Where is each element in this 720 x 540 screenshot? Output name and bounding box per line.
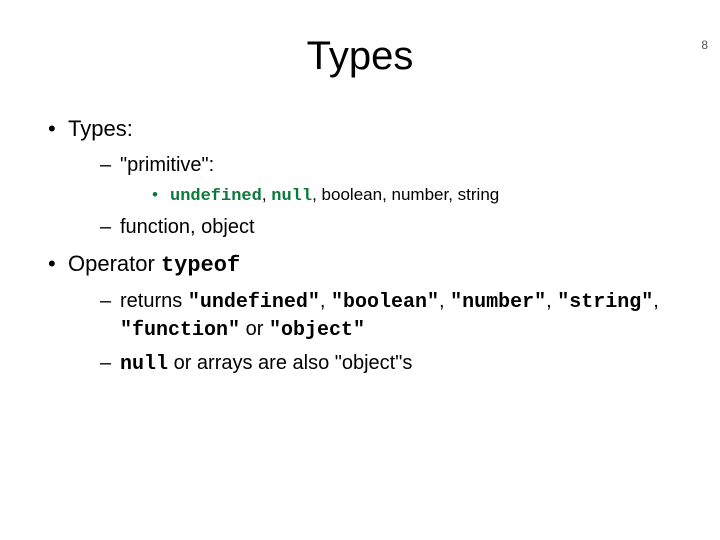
bullet-function-object-label: function, object	[120, 216, 255, 238]
bullet-operator-prefix: Operator	[68, 251, 161, 276]
bullet-types-label: Types:	[68, 116, 133, 141]
ret-string: "string"	[557, 291, 653, 314]
bullet-operator: Operator typeof returns "undefined", "bo…	[48, 250, 690, 379]
sep-1: ,	[262, 185, 271, 204]
bullet-primitive: "primitive": undefined, null, boolean, n…	[100, 152, 690, 208]
sep-3: ,	[382, 185, 391, 204]
ret-boolean: "boolean"	[331, 291, 439, 314]
code-null-2: null	[120, 353, 168, 376]
ret-function: "function"	[120, 319, 240, 342]
slide-title: Types	[0, 34, 720, 79]
ret-number: "number"	[450, 291, 546, 314]
slide: 8 Types Types: "primitive": undefined, n…	[0, 34, 720, 540]
sep-r3: ,	[546, 290, 557, 312]
page-number: 8	[701, 38, 708, 52]
returns-or: or	[246, 318, 269, 340]
code-typeof: typeof	[161, 253, 240, 278]
text-string: string	[458, 185, 500, 204]
sep-2: ,	[312, 185, 321, 204]
sep-r2: ,	[439, 290, 450, 312]
slide-body: Types: "primitive": undefined, null, boo…	[0, 115, 720, 378]
null-arrays-text: or arrays are also "object"s	[174, 352, 413, 374]
bullet-null-arrays: null or arrays are also "object"s	[100, 350, 690, 378]
sep-4: ,	[448, 185, 457, 204]
code-undefined: undefined	[170, 187, 262, 206]
sep-r1: ,	[320, 290, 331, 312]
returns-prefix: returns	[120, 290, 188, 312]
sep-r4: ,	[653, 290, 659, 312]
ret-undefined: "undefined"	[188, 291, 320, 314]
code-null: null	[271, 187, 312, 206]
bullet-returns: returns "undefined", "boolean", "number"…	[100, 288, 690, 344]
bullet-function-object: function, object	[100, 214, 690, 240]
bullet-primitive-label: "primitive":	[120, 154, 214, 176]
text-boolean: boolean	[322, 185, 383, 204]
bullet-types: Types: "primitive": undefined, null, boo…	[48, 115, 690, 240]
ret-object: "object"	[269, 319, 365, 342]
text-number: number	[392, 185, 449, 204]
bullet-primitive-list: undefined, null, boolean, number, string	[152, 184, 690, 208]
